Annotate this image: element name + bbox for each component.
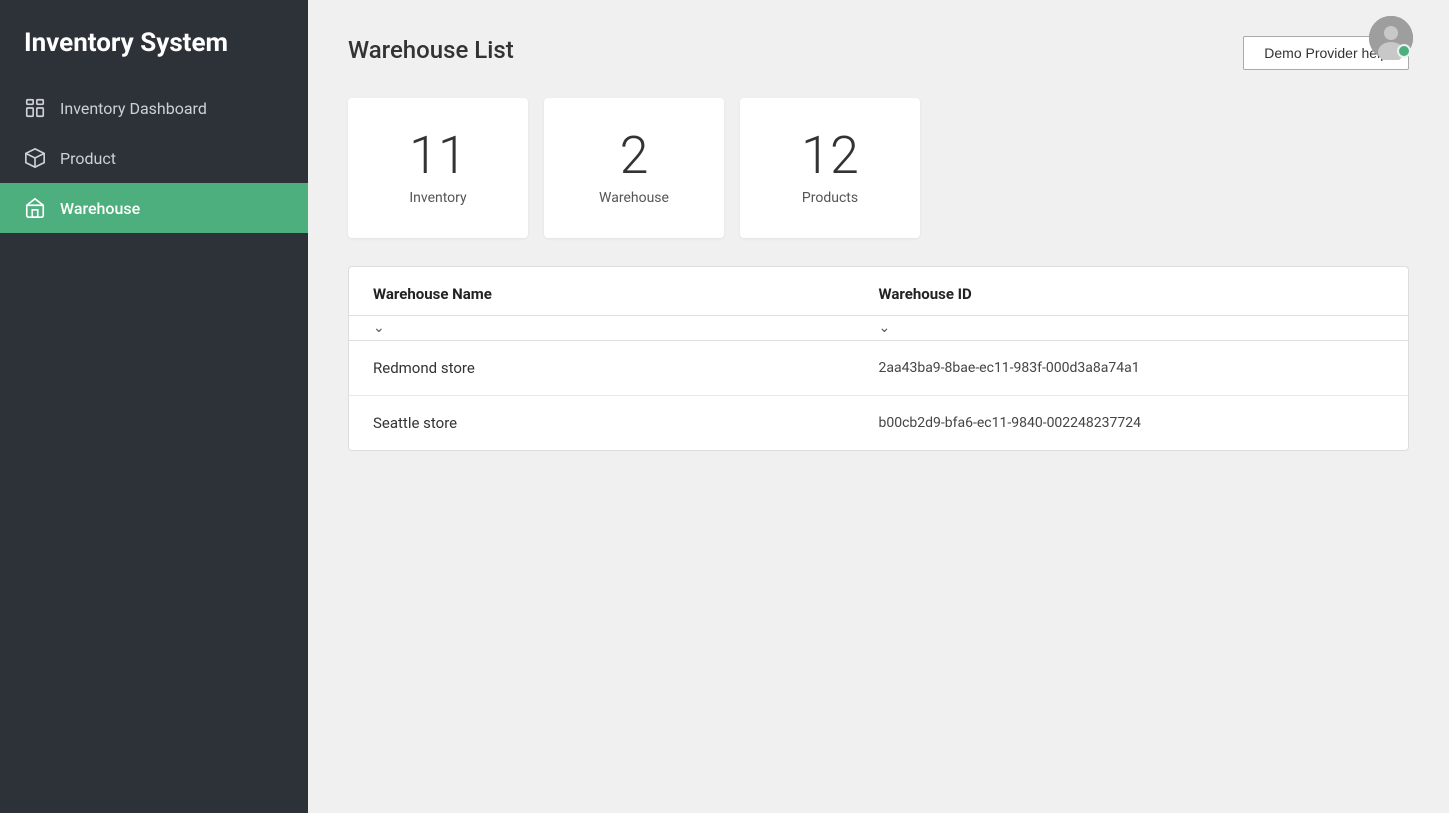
warehouse-icon xyxy=(24,197,46,219)
sidebar: Inventory System Inventory Dashboard xyxy=(0,0,308,813)
sidebar-item-inventory-dashboard[interactable]: Inventory Dashboard xyxy=(0,83,308,133)
table-sort-row: ⌄ ⌄ xyxy=(349,316,1408,341)
stat-label-warehouse: Warehouse xyxy=(599,190,669,206)
sidebar-item-warehouse[interactable]: Warehouse xyxy=(0,183,308,233)
table-row[interactable]: Seattle store b00cb2d9-bfa6-ec11-9840-00… xyxy=(349,396,1408,450)
warehouse-name-cell: Seattle store xyxy=(373,414,879,432)
column-header-warehouse-id: Warehouse ID xyxy=(879,285,1385,303)
column-header-warehouse-name: Warehouse Name xyxy=(373,285,879,303)
chevron-down-icon-name[interactable]: ⌄ xyxy=(373,320,385,336)
sidebar-item-label: Warehouse xyxy=(60,199,140,218)
sidebar-item-product[interactable]: Product xyxy=(0,133,308,183)
warehouse-id-cell: 2aa43ba9-8bae-ec11-983f-000d3a8a74a1 xyxy=(879,360,1385,376)
table-header-row: Warehouse Name Warehouse ID xyxy=(349,267,1408,316)
stats-row: 11 Inventory 2 Warehouse 12 Products xyxy=(348,98,1409,238)
stat-number-warehouse: 2 xyxy=(620,130,649,182)
sort-col-name: ⌄ xyxy=(373,320,879,336)
stat-card-inventory: 11 Inventory xyxy=(348,98,528,238)
stat-label-products: Products xyxy=(802,190,858,206)
page-title: Warehouse List xyxy=(348,36,514,64)
sidebar-item-label: Inventory Dashboard xyxy=(60,99,207,118)
main-content: Warehouse List Demo Provider help 11 Inv… xyxy=(308,0,1449,813)
sort-col-id: ⌄ xyxy=(879,320,1385,336)
stat-number-inventory: 11 xyxy=(409,130,467,182)
stat-card-products: 12 Products xyxy=(740,98,920,238)
avatar-circle xyxy=(1369,16,1413,60)
warehouse-table: Warehouse Name Warehouse ID ⌄ ⌄ Redmond … xyxy=(348,266,1409,451)
app-title: Inventory System xyxy=(0,0,308,83)
dashboard-icon xyxy=(24,97,46,119)
user-avatar[interactable] xyxy=(1369,16,1413,60)
product-icon xyxy=(24,147,46,169)
main-header: Warehouse List Demo Provider help xyxy=(348,36,1409,70)
sidebar-item-label: Product xyxy=(60,149,116,168)
warehouse-id-cell: b00cb2d9-bfa6-ec11-9840-002248237724 xyxy=(879,415,1385,431)
sidebar-nav: Inventory Dashboard Product xyxy=(0,83,308,233)
stat-number-products: 12 xyxy=(801,130,859,182)
warehouse-name-cell: Redmond store xyxy=(373,359,879,377)
stat-card-warehouse: 2 Warehouse xyxy=(544,98,724,238)
chevron-down-icon-id[interactable]: ⌄ xyxy=(879,320,891,336)
table-row[interactable]: Redmond store 2aa43ba9-8bae-ec11-983f-00… xyxy=(349,341,1408,396)
stat-label-inventory: Inventory xyxy=(409,190,466,206)
